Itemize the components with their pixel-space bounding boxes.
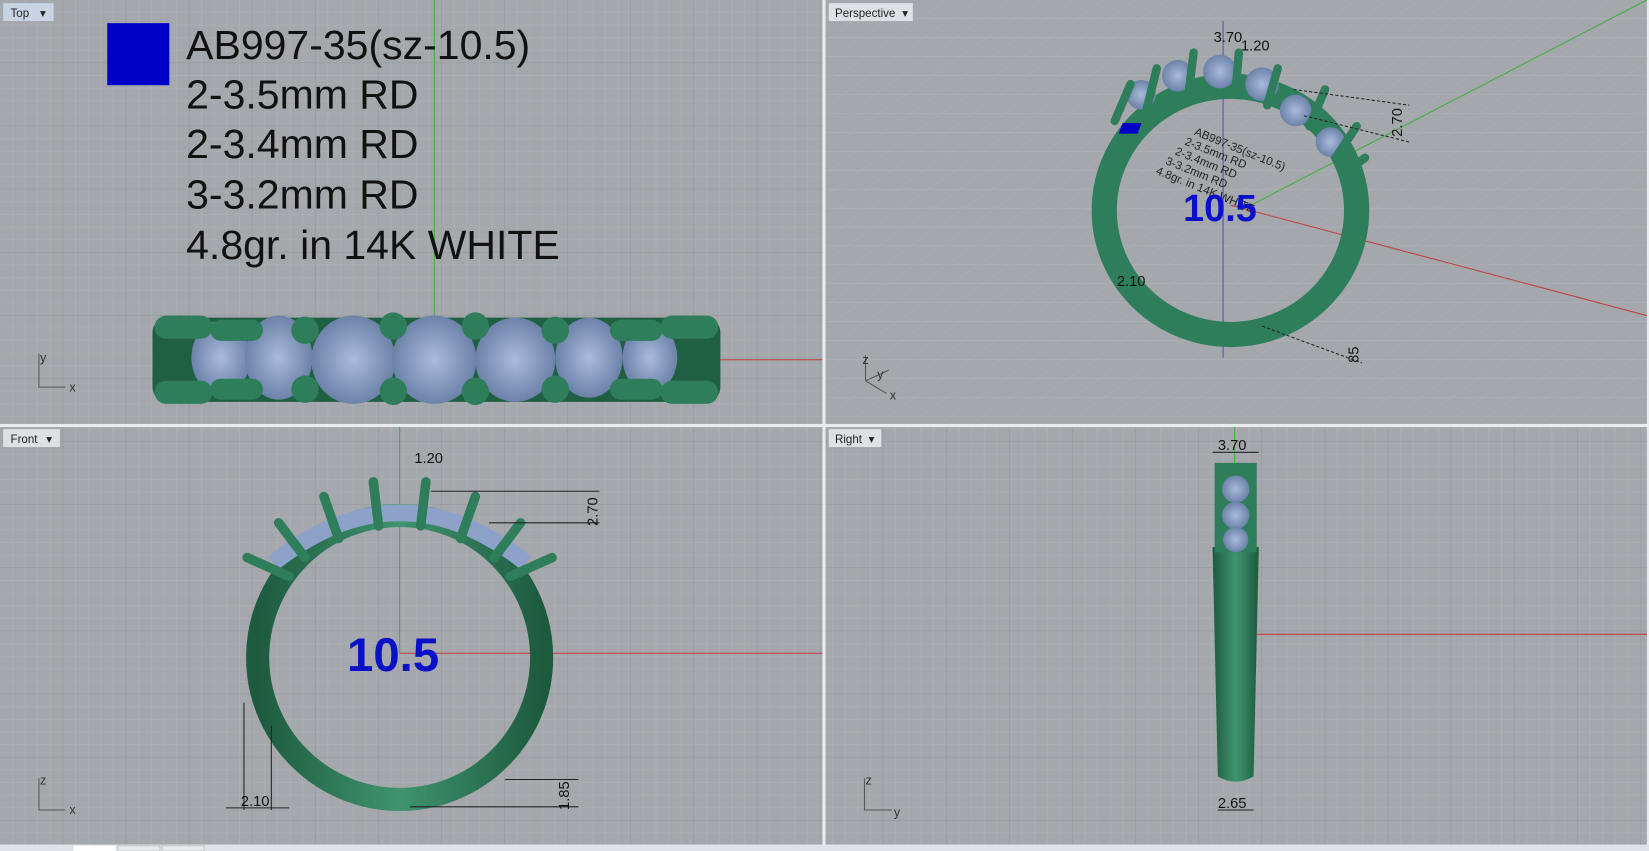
viewport-top[interactable]: Top ▾ AB997-35(sz-10.5) 2-3.5mm RD 2-3.4… xyxy=(0,0,823,424)
annotation-line-3: 2-3.4mm RD xyxy=(186,121,418,167)
chevron-down-icon[interactable]: ▾ xyxy=(869,434,875,446)
viewport-label-front[interactable]: Front xyxy=(11,434,39,446)
dim-height-perspective: 2.70 xyxy=(1390,108,1406,137)
ring-size-front: 10.5 xyxy=(347,629,439,682)
dim-shank-perspective: 2.10 xyxy=(1117,274,1146,290)
axis-label-z: z xyxy=(862,353,868,367)
viewport-label-right[interactable]: Right xyxy=(835,434,863,446)
layout-tab[interactable] xyxy=(117,845,161,851)
axis-label-y: y xyxy=(877,368,884,382)
annotation-line-4: 3-3.2mm RD xyxy=(186,171,418,217)
color-swatch-perspective xyxy=(1118,123,1142,134)
axis-label-x: x xyxy=(69,803,76,817)
dim-bottom-front: 1.85 xyxy=(557,781,573,810)
axis-label-x: x xyxy=(890,389,897,403)
annotation-line-1: AB997-35(sz-10.5) xyxy=(186,22,530,68)
rhino-workspace: Top ▾ AB997-35(sz-10.5) 2-3.5mm RD 2-3.4… xyxy=(0,0,1649,851)
chevron-down-icon[interactable]: ▾ xyxy=(902,8,908,20)
dim-bottom-perspective: 85 xyxy=(1347,347,1363,363)
axis-label-z: z xyxy=(40,774,46,788)
annotation-line-5: 4.8gr. in 14K WHITE xyxy=(186,222,560,268)
ring-size-perspective: 10.5 xyxy=(1183,188,1257,230)
viewport-label-top[interactable]: Top xyxy=(11,8,30,20)
layout-tab[interactable] xyxy=(161,845,205,851)
viewport-perspective[interactable]: Perspective ▾ AB997-35(sz-10.5) 2-3.5mm … xyxy=(825,0,1648,424)
dim-prong-perspective: 1.20 xyxy=(1241,38,1270,54)
axis-label-y: y xyxy=(894,805,901,819)
ring-top-view[interactable] xyxy=(152,312,721,405)
axis-label-x: x xyxy=(69,380,76,394)
viewport-tab-strip[interactable] xyxy=(0,844,1649,851)
dim-height-front: 2.70 xyxy=(585,497,601,526)
ring-right-view[interactable] xyxy=(1212,462,1259,782)
dim-top-width-right: 3.70 xyxy=(1218,438,1247,454)
annotation-line-2: 2-3.5mm RD xyxy=(186,71,418,117)
dim-shank-front: 2.10 xyxy=(241,794,270,810)
layout-tab-active[interactable] xyxy=(73,845,116,851)
axis-label-z: z xyxy=(866,774,872,788)
color-swatch xyxy=(107,23,170,86)
dim-bottom-width-right: 2.65 xyxy=(1218,796,1247,812)
chevron-down-icon[interactable]: ▾ xyxy=(40,8,46,20)
dim-top-width-perspective: 3.70 xyxy=(1214,30,1243,46)
axis-label-y: y xyxy=(40,351,47,365)
chevron-down-icon[interactable]: ▾ xyxy=(46,434,52,446)
dim-prong-front: 1.20 xyxy=(414,451,443,467)
viewport-right[interactable]: Right ▾ 3.70 2.65 z y xyxy=(825,427,1647,845)
viewport-front[interactable]: Front ▾ 10.5 1.20 2.70 2.10 1.85 z x xyxy=(0,427,823,845)
viewport-label-perspective[interactable]: Perspective xyxy=(835,8,895,20)
